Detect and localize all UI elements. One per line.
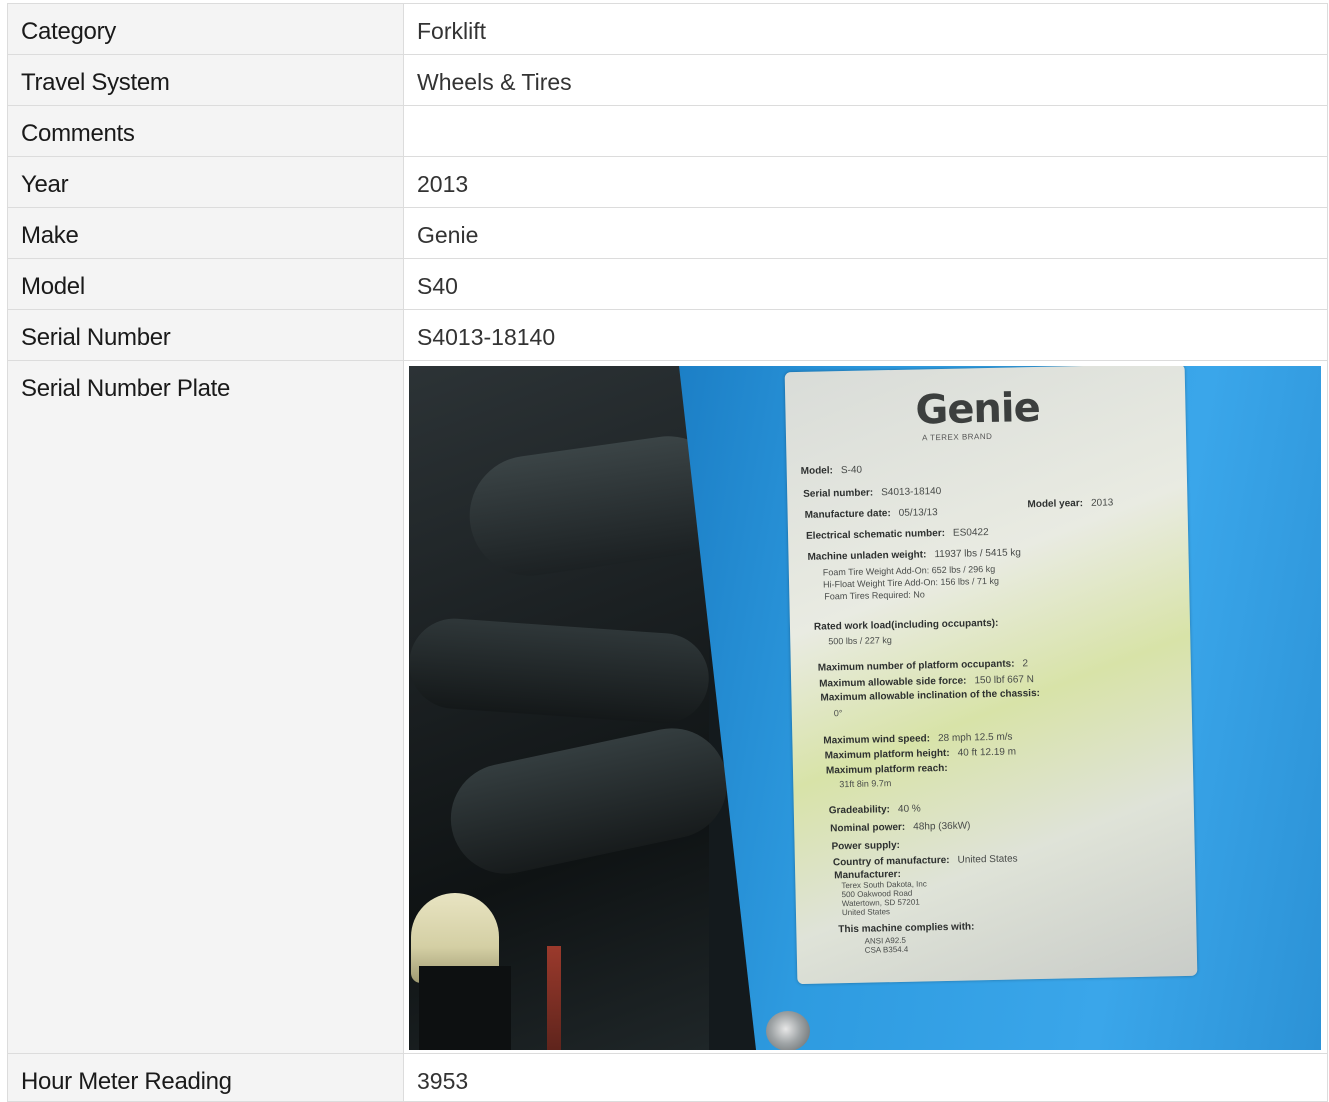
equipment-spec-table: Category Forklift Travel System Wheels &… bbox=[7, 3, 1328, 1102]
plate-model: Model: S-40 bbox=[800, 464, 863, 477]
plate-side-force: Maximum allowable side force: 150 lbf 667… bbox=[819, 674, 1035, 690]
bolt-icon bbox=[766, 1011, 810, 1050]
model-label: Model bbox=[7, 258, 404, 310]
plate-power-supply: Power supply: bbox=[831, 839, 901, 853]
plate-foam-required: Foam Tires Required: No bbox=[824, 589, 925, 602]
row-category: Category Forklift bbox=[7, 3, 1328, 55]
serial-number-plate-label: Serial Number Plate bbox=[7, 360, 404, 1054]
plate-complies: This machine complies with: bbox=[838, 921, 975, 936]
genie-logo: Genie bbox=[914, 384, 1041, 434]
plate-rated-load: Rated work load(including occupants): bbox=[813, 617, 999, 633]
comments-value bbox=[403, 105, 1328, 157]
row-year: Year 2013 bbox=[7, 156, 1328, 208]
row-serial-number: Serial Number S4013-18140 bbox=[7, 309, 1328, 361]
row-model: Model S40 bbox=[7, 258, 1328, 310]
year-label: Year bbox=[7, 156, 404, 208]
serial-number-plate: Genie A TEREX BRAND Model: S-40 Serial nu… bbox=[784, 366, 1198, 985]
plate-inclination-value: 0° bbox=[833, 708, 843, 719]
reservoir-base bbox=[419, 966, 511, 1050]
serial-number-label: Serial Number bbox=[7, 309, 404, 361]
model-value: S40 bbox=[403, 258, 1328, 310]
plate-std2: CSA B354.4 bbox=[864, 944, 909, 955]
plate-unladen-weight: Machine unladen weight: 11937 lbs / 5415 … bbox=[807, 547, 1022, 563]
comments-label: Comments bbox=[7, 105, 404, 157]
hour-meter-value: 3953 bbox=[403, 1053, 1328, 1102]
row-comments: Comments bbox=[7, 105, 1328, 157]
make-label: Make bbox=[7, 207, 404, 259]
plate-platform-height: Maximum platform height: 40 ft 12.19 m bbox=[824, 746, 1017, 762]
plate-inclination: Maximum allowable inclination of the cha… bbox=[820, 687, 1041, 704]
plate-country: Country of manufacture: United States bbox=[832, 853, 1018, 869]
plate-schematic: Electrical schematic number: ES0422 bbox=[805, 527, 989, 542]
plate-model-year: Model year: 2013 bbox=[1027, 497, 1114, 511]
plate-nominal-power: Nominal power: 48hp (36kW) bbox=[830, 820, 971, 835]
brand-text: A TEREX BRAND bbox=[921, 431, 993, 443]
travel-system-value: Wheels & Tires bbox=[403, 54, 1328, 106]
plate-gradeability: Gradeability: 40 % bbox=[828, 803, 921, 817]
row-make: Make Genie bbox=[7, 207, 1328, 259]
serial-plate-photo[interactable]: Genie A TEREX BRAND Model: S-40 Serial nu… bbox=[409, 366, 1321, 1050]
plate-platform-reach: Maximum platform reach: bbox=[825, 762, 948, 777]
serial-number-value: S4013-18140 bbox=[403, 309, 1328, 361]
hour-meter-label: Hour Meter Reading bbox=[7, 1053, 404, 1102]
category-value: Forklift bbox=[403, 3, 1328, 55]
serial-number-plate-cell: Genie A TEREX BRAND Model: S-40 Serial nu… bbox=[403, 360, 1328, 1054]
category-label: Category bbox=[7, 3, 404, 55]
plate-serial: Serial number: S4013-18140 bbox=[803, 486, 942, 500]
year-value: 2013 bbox=[403, 156, 1328, 208]
plate-manufacture-date: Manufacture date: 05/13/13 bbox=[804, 507, 938, 521]
travel-system-label: Travel System bbox=[7, 54, 404, 106]
plate-mfr-line4: United States bbox=[841, 907, 891, 918]
plate-wind-speed: Maximum wind speed: 28 mph 12.5 m/s bbox=[823, 731, 1013, 747]
plate-rated-load-value: 500 lbs / 227 kg bbox=[828, 635, 892, 647]
red-wire bbox=[547, 946, 561, 1050]
plate-platform-reach-value: 31ft 8in 9.7m bbox=[839, 778, 892, 790]
plate-occupants: Maximum number of platform occupants: 2 bbox=[817, 658, 1029, 674]
row-travel-system: Travel System Wheels & Tires bbox=[7, 54, 1328, 106]
row-serial-number-plate: Serial Number Plate Genie A TEREX BRAND bbox=[7, 360, 1328, 1054]
make-value: Genie bbox=[403, 207, 1328, 259]
plate-hifloat-addon: Hi-Float Weight Tire Add-On: 156 lbs / 7… bbox=[822, 575, 1000, 590]
row-hour-meter: Hour Meter Reading 3953 bbox=[7, 1053, 1328, 1102]
